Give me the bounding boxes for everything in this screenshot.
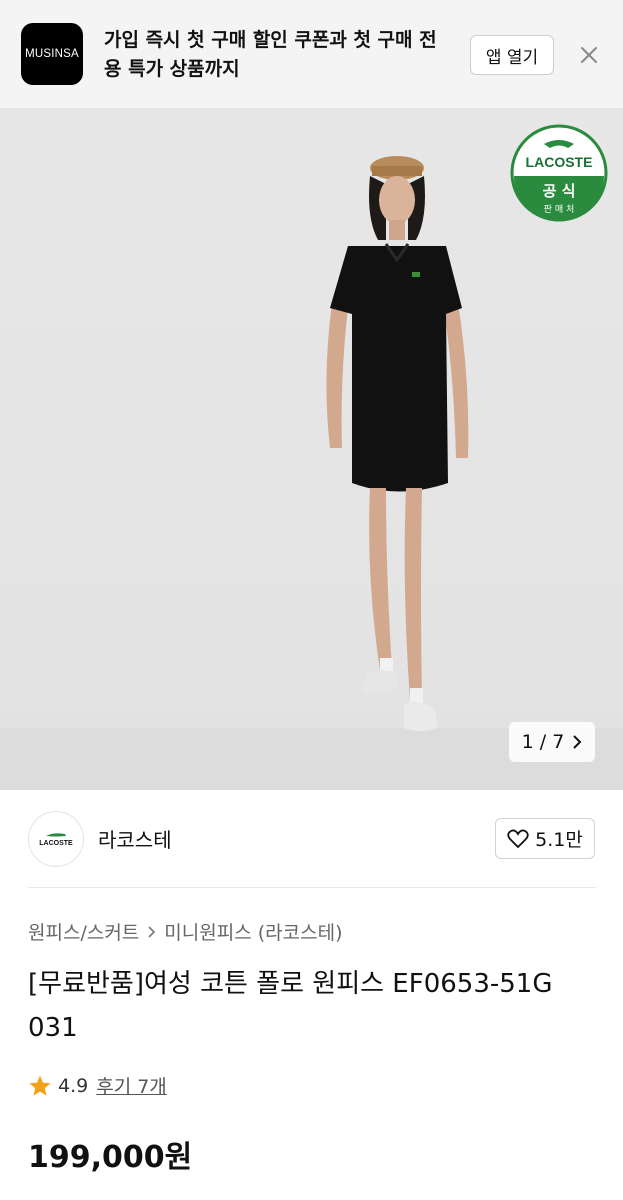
app-install-banner: MUSINSA 가입 즉시 첫 구매 할인 쿠폰과 첫 구매 전용 특가 상품까…: [0, 0, 623, 108]
brand-row: LACOSTE 라코스테 5.1만: [0, 790, 623, 888]
musinsa-app-logo: MUSINSA: [21, 23, 83, 85]
chevron-right-icon: [573, 735, 582, 749]
brand-logo[interactable]: LACOSTE: [28, 811, 84, 867]
image-counter-text: 1 / 7: [521, 731, 565, 753]
heart-icon: [507, 829, 529, 848]
badge-seller-text: 판 매 처: [544, 203, 575, 215]
brand-logo-text: LACOSTE: [39, 840, 73, 847]
banner-promo-text: 가입 즉시 첫 구매 할인 쿠폰과 첫 구매 전용 특가 상품까지: [104, 29, 437, 80]
product-image-gallery[interactable]: LACOSTE 공 식 판 매 처 1 / 7: [0, 108, 623, 790]
crocodile-icon: [46, 833, 66, 837]
product-photo: [326, 156, 469, 731]
breadcrumb: 원피스/스커트 미니원피스 (라코스테): [28, 918, 342, 945]
brand-name[interactable]: 라코스테: [98, 824, 172, 853]
breadcrumb-category[interactable]: 원피스/스커트: [28, 918, 139, 945]
badge-brand-text: LACOSTE: [526, 154, 593, 170]
divider: [28, 887, 596, 888]
official-seller-badge: LACOSTE 공 식 판 매 처: [510, 124, 608, 222]
product-title: [무료반품]여성 코튼 폴로 원피스 EF0653-51G 031: [28, 969, 553, 1043]
reviews-link[interactable]: 후기 7개: [96, 1072, 167, 1099]
open-app-button[interactable]: 앱 열기: [470, 35, 554, 75]
like-count: 5.1만: [535, 829, 583, 851]
badge-official-text: 공 식: [543, 182, 576, 200]
product-price: 199,000원: [28, 1140, 193, 1175]
image-counter[interactable]: 1 / 7: [509, 722, 595, 762]
product-rating: 4.9 후기 7개: [28, 1072, 167, 1099]
like-button[interactable]: 5.1만: [495, 818, 595, 859]
star-icon: [29, 1075, 51, 1096]
chevron-right-icon: [148, 925, 156, 938]
close-icon[interactable]: [574, 40, 604, 70]
breadcrumb-subcategory[interactable]: 미니원피스 (라코스테): [164, 918, 342, 945]
rating-value: 4.9: [58, 1074, 89, 1097]
